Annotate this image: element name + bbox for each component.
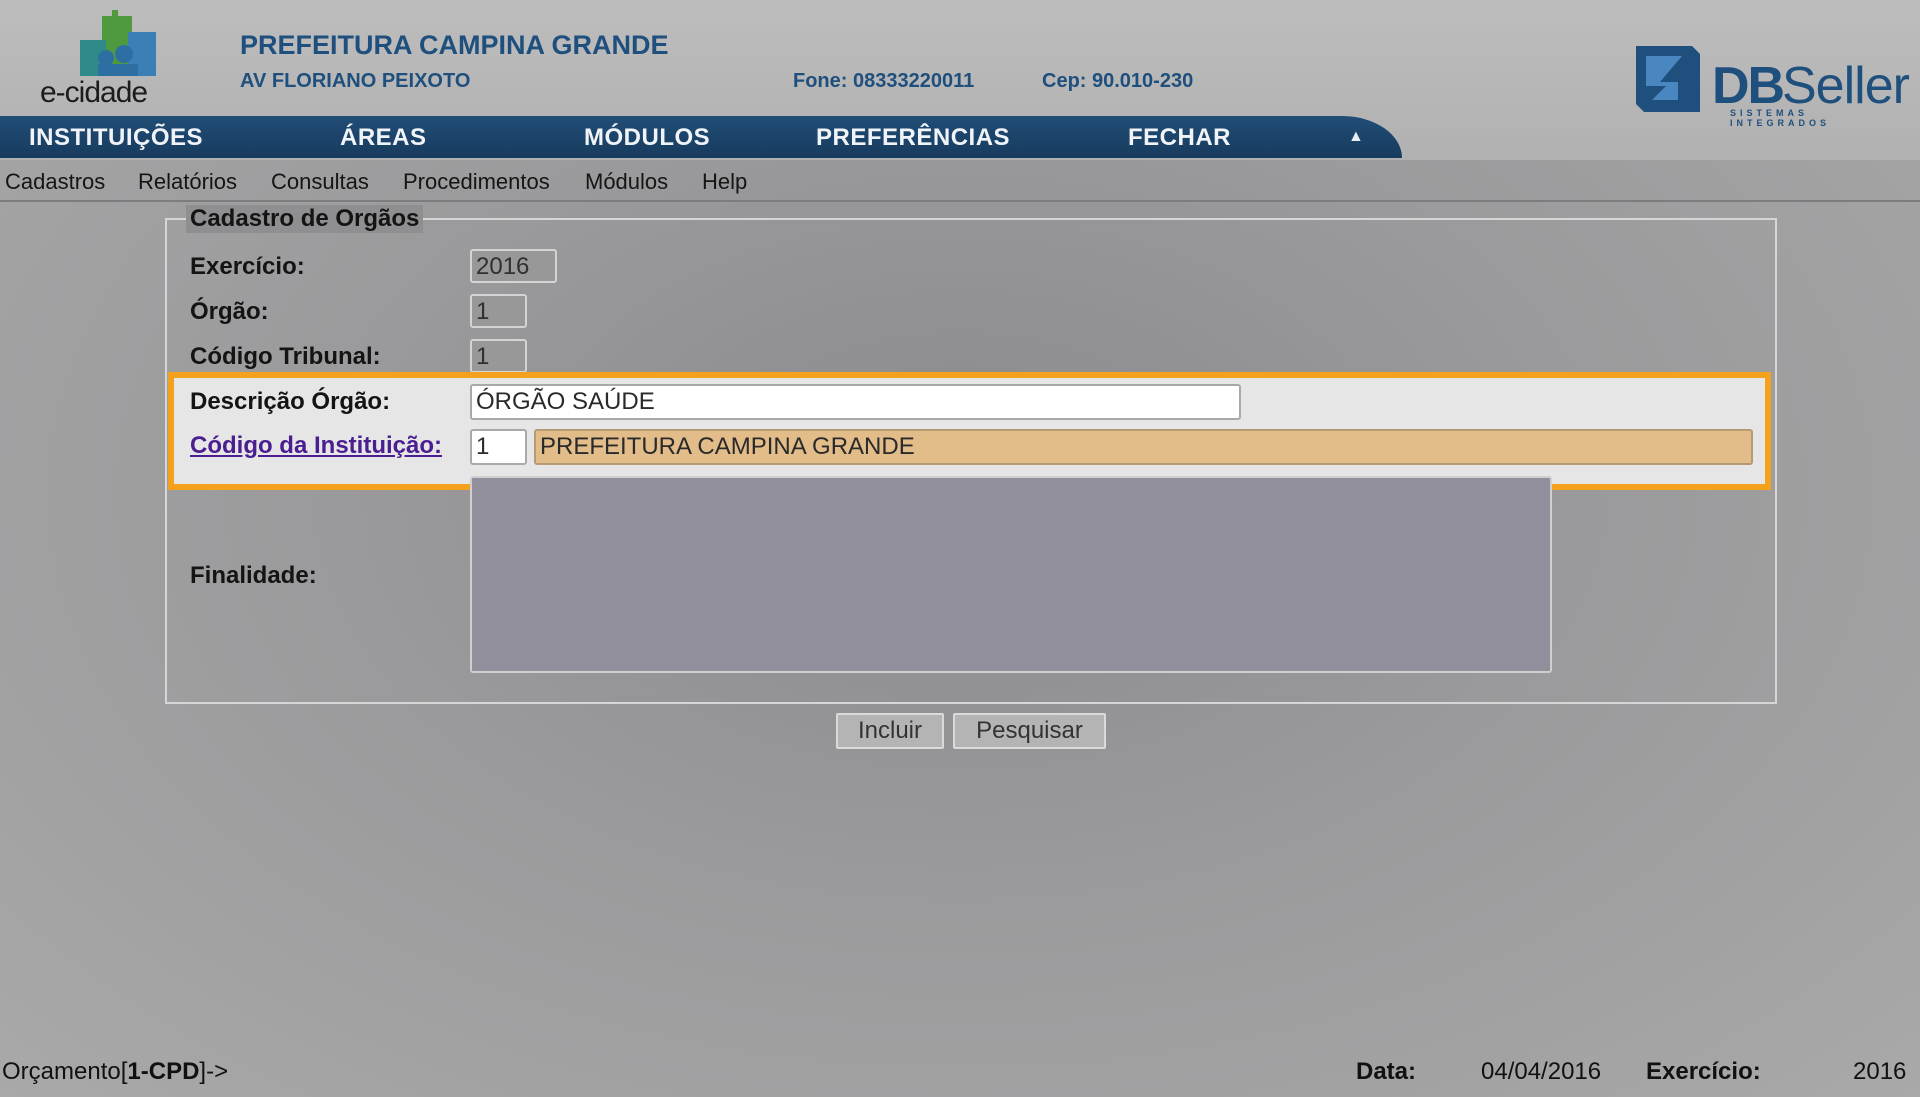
menu-consultas[interactable]: Consultas (271, 169, 369, 195)
exercicio-field: 2016 (470, 249, 557, 283)
nav-areas[interactable]: ÁREAS (340, 124, 427, 152)
nav-instituicoes[interactable]: INSTITUIÇÕES (29, 124, 203, 152)
collapse-arrow-icon[interactable]: ▲ (1348, 128, 1368, 148)
exercicio-label: Exercício: (190, 253, 305, 280)
status-module-code: 1-CPD (127, 1058, 200, 1085)
nav-preferencias[interactable]: PREFERÊNCIAS (816, 124, 1010, 152)
sub-menu: Cadastros Relatórios Consultas Procedime… (0, 160, 1920, 202)
logo-text: e-cidade (40, 76, 148, 109)
codigo-instituicao-link[interactable]: Código da Instituição: (190, 432, 442, 460)
codigo-tribunal-field: 1 (470, 339, 527, 373)
codigo-instituicao-input[interactable]: 1 (470, 429, 527, 465)
orgao-field: 1 (470, 294, 527, 328)
menu-procedimentos[interactable]: Procedimentos (403, 169, 550, 195)
orgao-label: Órgão: (190, 298, 269, 325)
codigo-tribunal-label: Código Tribunal: (190, 343, 381, 370)
institution-name: PREFEITURA CAMPINA GRANDE (240, 30, 669, 60)
menu-help[interactable]: Help (702, 169, 747, 195)
descricao-label: Descrição Órgão: (190, 388, 391, 415)
menu-relatorios[interactable]: Relatórios (138, 169, 237, 195)
brand-tagline: SISTEMAS INTEGRADOS (1730, 108, 1831, 128)
status-data-label: Data: (1356, 1058, 1417, 1085)
status-data-value: 04/04/2016 (1481, 1058, 1602, 1085)
dbseller-mark-icon (1636, 46, 1700, 112)
instituicao-name-field: PREFEITURA CAMPINA GRANDE (534, 429, 1753, 465)
status-exercicio-value: 2016 (1853, 1058, 1907, 1085)
descricao-orgao-input[interactable]: ÓRGÃO SAÚDE (470, 384, 1241, 420)
e-cidade-logo: e-cidade (36, 10, 186, 110)
menu-modulos[interactable]: Módulos (585, 169, 668, 195)
status-exercicio-label: Exercício: (1646, 1058, 1761, 1085)
dbseller-logo: DB Seller SISTEMAS INTEGRADOS (1630, 40, 1910, 128)
form-legend: Cadastro de Orgãos (186, 205, 424, 233)
finalidade-label: Finalidade: (190, 562, 317, 589)
finalidade-textarea[interactable] (470, 476, 1552, 673)
incluir-button[interactable]: Incluir (836, 713, 944, 749)
menu-cadastros[interactable]: Cadastros (5, 169, 105, 195)
brand-db: DB (1712, 57, 1785, 115)
brand-seller: Seller (1782, 57, 1910, 115)
status-module: Orçamento[1-CPD]-> (2, 1058, 228, 1086)
institution-address: AV FLORIANO PEIXOTO (240, 70, 471, 92)
status-module-prefix: Orçamento[ (2, 1058, 128, 1085)
city-icon (80, 10, 156, 76)
nav-modulos[interactable]: MÓDULOS (584, 124, 710, 152)
nav-fechar[interactable]: FECHAR (1128, 124, 1231, 152)
institution-cep: Cep: 90.010-230 (1042, 70, 1194, 92)
main-nav: INSTITUIÇÕES ÁREAS MÓDULOS PREFERÊNCIAS … (0, 116, 1402, 158)
institution-phone: Fone: 08333220011 (793, 70, 975, 92)
status-module-suffix: ]-> (199, 1058, 229, 1085)
pesquisar-button[interactable]: Pesquisar (953, 713, 1106, 749)
